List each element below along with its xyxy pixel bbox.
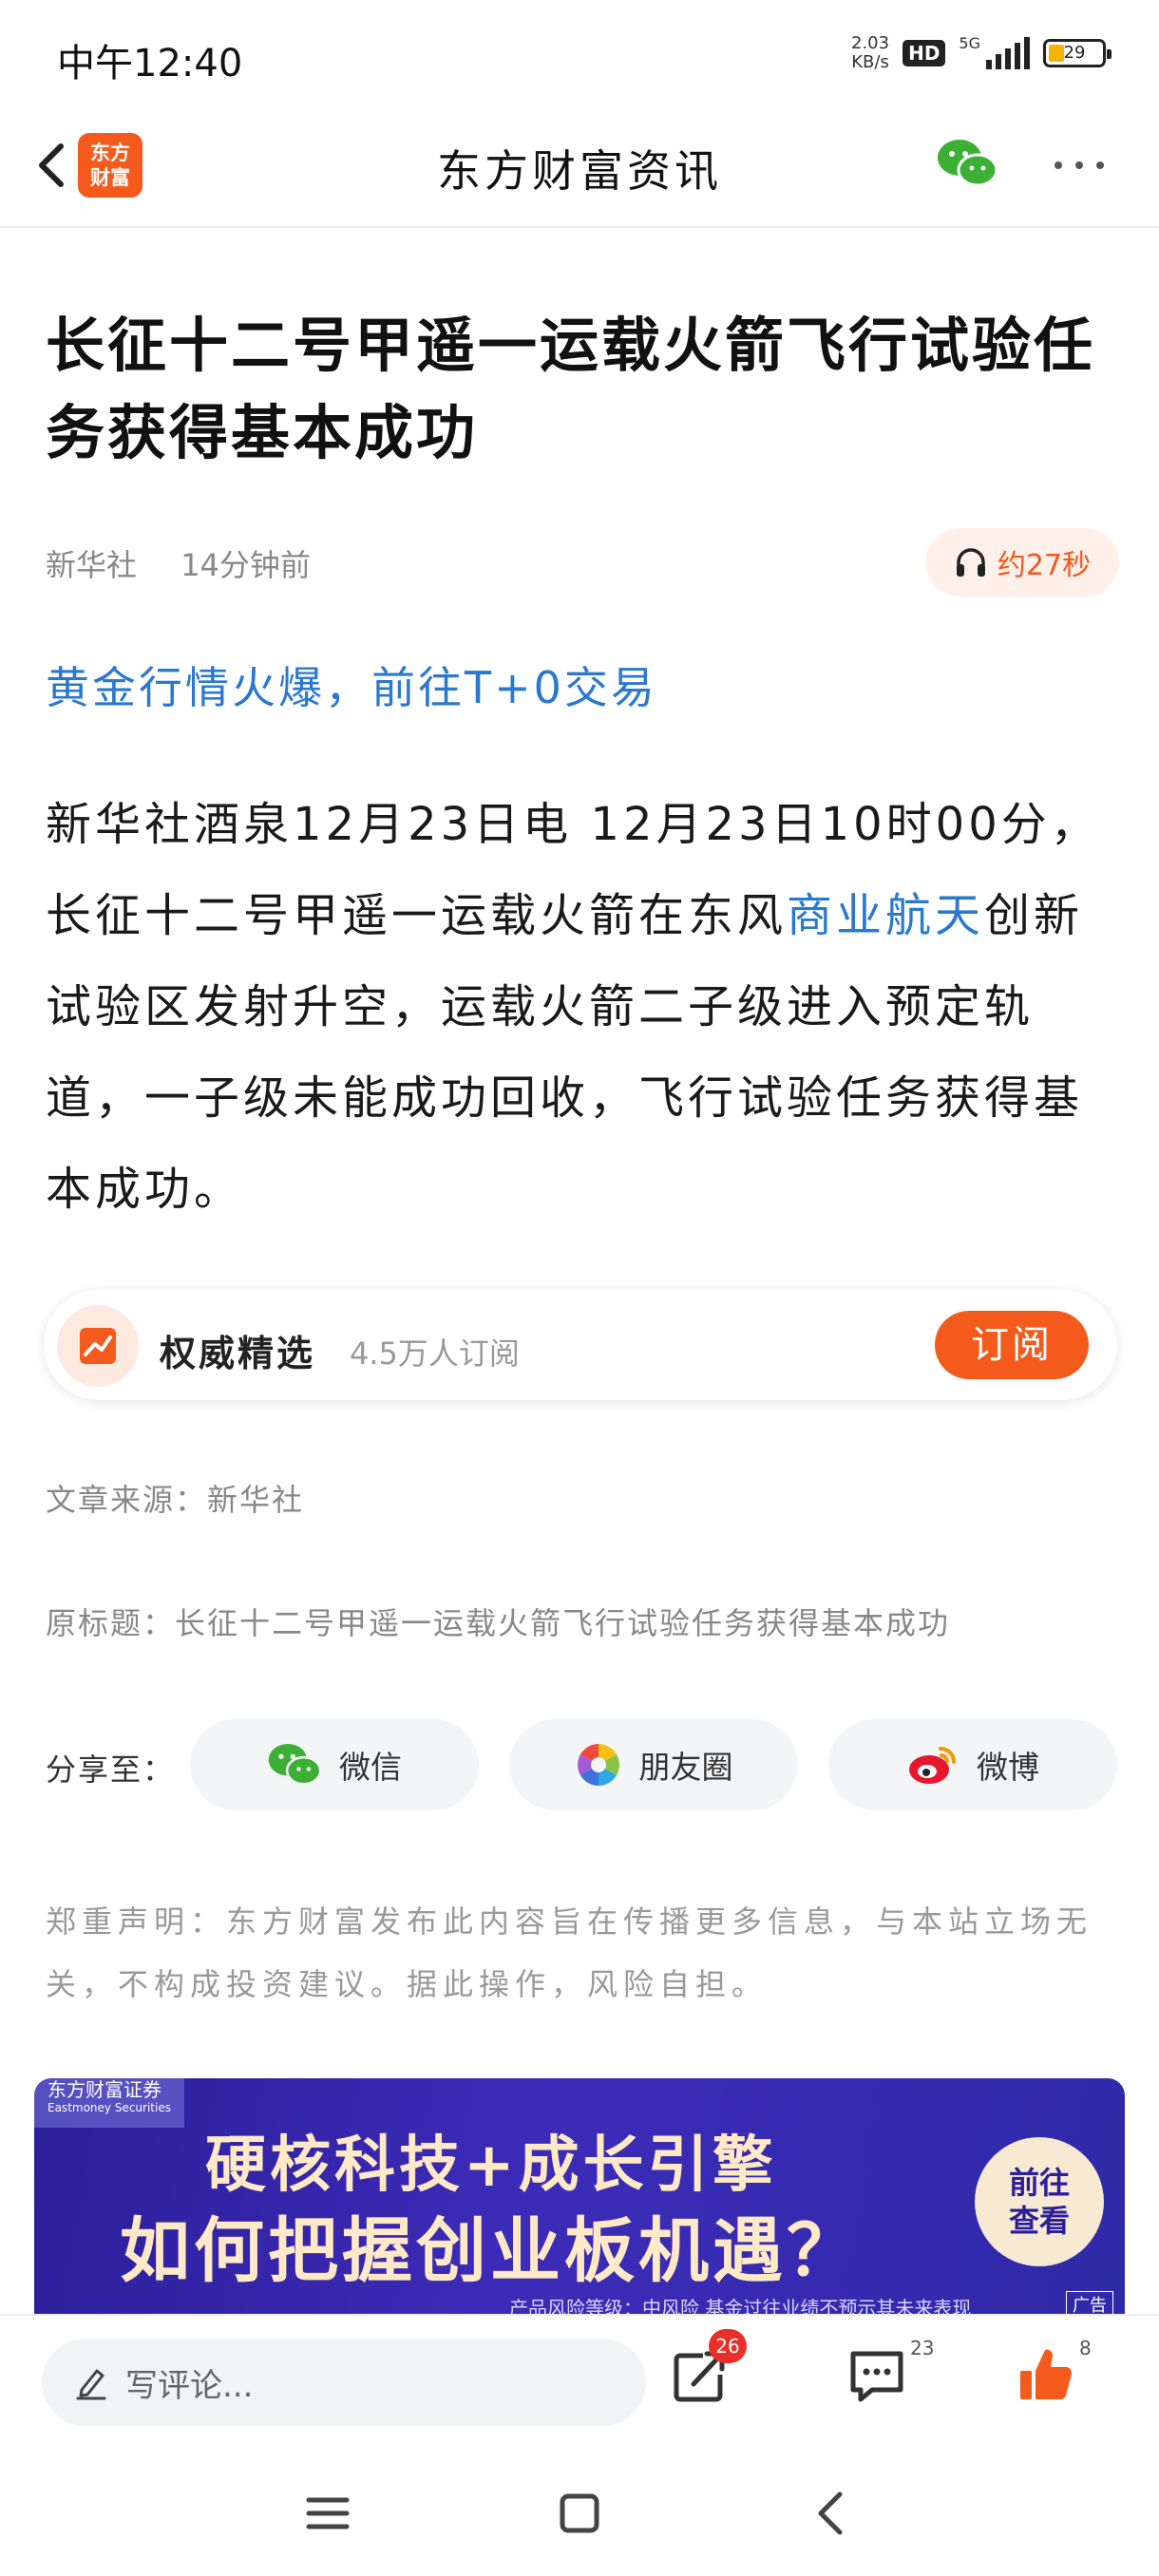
ad-brand-name: 东方财富证券 [48,2078,162,2101]
battery-icon: 29 [1043,39,1112,67]
nav-bar: 东方 财富 东方财富资讯 [0,104,1159,228]
share-moments-label: 朋友圈 [638,1749,733,1786]
original-title: 原标题：长征十二号甲遥一运载火箭飞行试验任务获得基本成功 [46,1605,951,1641]
pencil-icon [76,2369,106,2400]
share-wechat-label: 微信 [339,1749,402,1786]
comment-count: 23 [910,2337,935,2359]
ad-banner[interactable]: 东方财富证券 Eastmoney Securities 硬核科技+成长引擎 如何… [34,2078,1125,2318]
wechat-icon [938,140,998,187]
network-speed: 2.03 KB/s [851,34,889,72]
home-button[interactable] [551,2485,608,2542]
network-speed-value: 2.03 [851,33,890,53]
promo-link[interactable]: 黄金行情火爆，前往T+0交易 [46,653,657,716]
status-indicators: 2.03 KB/s HD 5G 29 [851,34,1112,72]
system-nav-bar [0,2443,1159,2576]
more-icon[interactable] [1054,154,1115,177]
ad-brand: 东方财富证券 Eastmoney Securities [34,2078,184,2128]
article-source[interactable]: 新华社 [46,547,137,583]
battery-level: 29 [1063,43,1086,63]
like-button[interactable]: 8 [1013,2337,1092,2418]
recent-apps-button[interactable] [299,2485,356,2542]
article-source-line: 文章来源：新华社 [46,1482,305,1518]
moments-icon [577,1744,619,1786]
signal-icon [986,37,1030,69]
subscriber-count: 4.5万人订阅 [350,1335,520,1372]
disclaimer: 郑重声明：东方财富发布此内容旨在传播更多信息，与本站立场无关，不构成投资建议。据… [46,1904,1093,2002]
status-time: 中午12:40 [57,42,243,85]
share-button[interactable]: 26 [665,2329,747,2418]
subscription-card[interactable]: 权威精选 4.5万人订阅 订阅 [44,1290,1117,1400]
menu-icon [306,2497,350,2529]
headphones-icon [956,548,985,577]
wechat-icon [268,1744,322,1786]
hd-icon: HD [902,40,946,66]
ad-cta-line1: 前往 [1008,2165,1070,2201]
share-row: 分享至： 微信 朋友圈 微博 [46,1719,1119,1810]
listen-duration: 约27秒 [997,549,1092,582]
home-square-icon [560,2493,599,2533]
article-time: 14分钟前 [180,547,311,583]
share-label: 分享至： [46,1752,176,1788]
share-moments-button[interactable]: 朋友圈 [509,1719,798,1810]
keyword-link[interactable]: 商业航天 [787,889,984,942]
article-headline: 长征十二号甲遥一运载火箭飞行试验任务获得基本成功 [46,311,1096,467]
share-wechat-button[interactable]: 微信 [190,1719,479,1810]
comment-input[interactable]: 写评论... [42,2339,646,2426]
share-weibo-button[interactable]: 微博 [828,1719,1117,1810]
network-type: 5G [959,34,980,52]
status-bar: 中午12:40 2.03 KB/s HD 5G 29 [0,0,1159,104]
ad-brand-en: Eastmoney Securities [48,2101,171,2114]
system-back-button[interactable] [804,2485,861,2542]
thumbs-up-icon [1020,2349,1073,2400]
ad-headline-1: 硬核科技+成长引擎 [205,2131,777,2201]
share-weibo-label: 微博 [977,1749,1039,1786]
chart-trend-icon [57,1305,139,1387]
ad-cta-line2: 查看 [1008,2203,1070,2239]
comment-icon [850,2351,903,2402]
article-body: 新华社酒泉12月23日电 12月23日10时00分，长征十二号甲遥一运载火箭在东… [46,779,1121,1235]
subscription-name: 权威精选 [160,1333,316,1374]
subscribe-button[interactable]: 订阅 [935,1311,1089,1379]
comments-button[interactable]: 23 [844,2337,934,2418]
back-chevron-icon [818,2491,843,2535]
like-count: 8 [1079,2337,1092,2359]
comment-placeholder: 写评论... [125,2366,254,2405]
share-count-badge: 26 [709,2329,747,2363]
ad-cta-button[interactable]: 前往 查看 [975,2137,1104,2266]
article-meta: 新华社 14分钟前 [46,541,311,585]
listen-button[interactable]: 约27秒 [925,528,1119,597]
weibo-icon [909,1747,956,1784]
wechat-share-button[interactable] [936,137,998,190]
ad-headline-2: 如何把握创业板机遇？ [120,2210,861,2292]
bottom-action-bar: 写评论... 26 23 8 [0,2314,1159,2445]
network-speed-unit: KB/s [851,52,889,72]
